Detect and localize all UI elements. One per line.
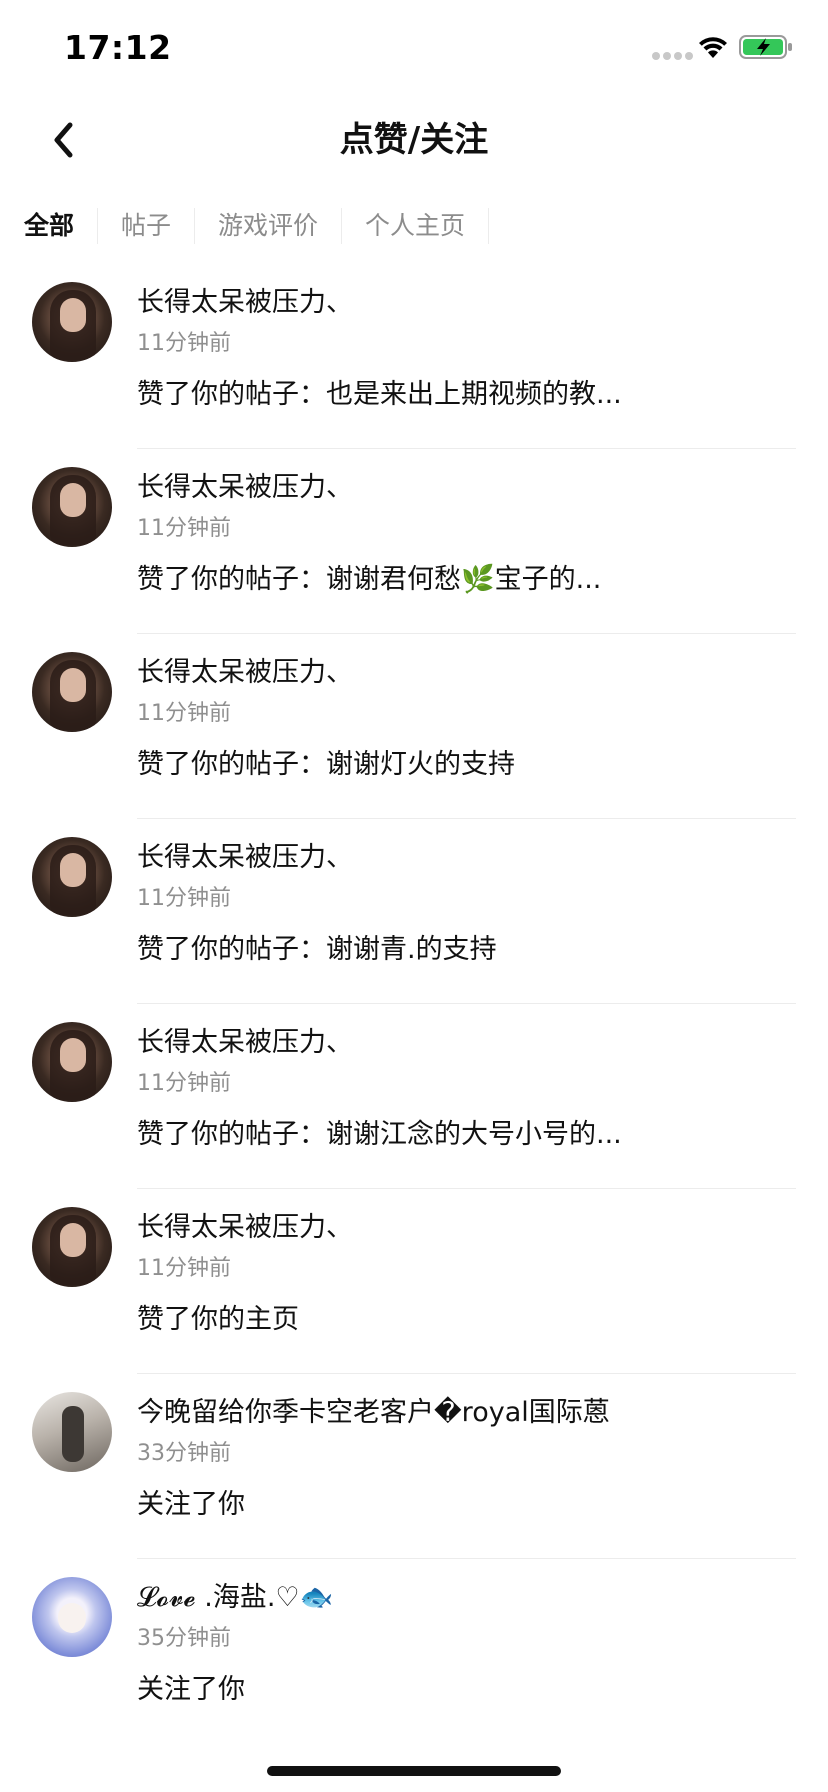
page-title: 点赞/关注 (339, 120, 489, 160)
avatar[interactable] (32, 1392, 112, 1472)
timestamp: 35分钟前 (137, 1626, 231, 1651)
notification-list: 长得太呆被压力、 11分钟前 赞了你的帖子：也是来出上期视频的教... 长得太呆… (0, 264, 828, 1744)
battery-charging-icon (739, 35, 792, 59)
user-name[interactable]: 长得太呆被压力、 (137, 469, 353, 507)
timestamp: 11分钟前 (137, 331, 231, 356)
avatar[interactable] (32, 652, 112, 732)
list-item[interactable]: 长得太呆被压力、 11分钟前 赞了你的帖子：谢谢江念的大号小号的... (0, 1004, 828, 1189)
list-item[interactable]: 长得太呆被压力、 11分钟前 赞了你的帖子：也是来出上期视频的教... (0, 264, 828, 449)
avatar[interactable] (32, 1207, 112, 1287)
navigation-bar: 点赞/关注 (0, 96, 828, 184)
status-time: 17:12 (64, 28, 172, 67)
avatar[interactable] (32, 1022, 112, 1102)
timestamp: 11分钟前 (137, 701, 231, 726)
notifications-screen: 17:12 点赞/关注 全部 帖子 游戏评价 个人主页 长得太呆被压力、 11分… (0, 0, 828, 1792)
home-indicator[interactable] (267, 1766, 561, 1776)
avatar[interactable] (32, 1577, 112, 1657)
avatar[interactable] (32, 467, 112, 547)
user-name[interactable]: 长得太呆被压力、 (137, 1209, 353, 1247)
user-name[interactable]: 长得太呆被压力、 (137, 284, 353, 322)
user-name[interactable]: 𝓛𝓸𝓿𝓮 .海盐.♡🐟 (137, 1579, 333, 1617)
notification-message[interactable]: 关注了你 (137, 1486, 245, 1524)
status-bar: 17:12 (0, 0, 828, 96)
wifi-icon (699, 37, 727, 58)
notification-message[interactable]: 赞了你的帖子：谢谢君何愁🌿宝子的... (137, 561, 601, 599)
cellular-signal-icon (652, 52, 693, 60)
notification-message[interactable]: 赞了你的帖子：谢谢灯火的支持 (137, 746, 515, 784)
avatar[interactable] (32, 282, 112, 362)
notification-message[interactable]: 赞了你的帖子：谢谢江念的大号小号的... (137, 1116, 622, 1154)
tab-all[interactable]: 全部 (0, 208, 99, 244)
tab-game-reviews[interactable]: 游戏评价 (195, 208, 343, 244)
user-name[interactable]: 长得太呆被压力、 (137, 839, 353, 877)
notification-message[interactable]: 关注了你 (137, 1671, 245, 1709)
avatar[interactable] (32, 837, 112, 917)
timestamp: 11分钟前 (137, 1256, 231, 1281)
timestamp: 11分钟前 (137, 1071, 231, 1096)
timestamp: 11分钟前 (137, 886, 231, 911)
timestamp: 11分钟前 (137, 516, 231, 541)
list-item[interactable]: 长得太呆被压力、 11分钟前 赞了你的帖子：谢谢青.的支持 (0, 819, 828, 1004)
user-name[interactable]: 长得太呆被压力、 (137, 1024, 353, 1062)
list-item[interactable]: 长得太呆被压力、 11分钟前 赞了你的帖子：谢谢君何愁🌿宝子的... (0, 449, 828, 634)
timestamp: 33分钟前 (137, 1441, 231, 1466)
tab-profile[interactable]: 个人主页 (342, 208, 490, 244)
list-item[interactable]: 𝓛𝓸𝓿𝓮 .海盐.♡🐟 35分钟前 关注了你 (0, 1559, 828, 1744)
notification-message[interactable]: 赞了你的帖子：也是来出上期视频的教... (137, 376, 622, 414)
list-item[interactable]: 长得太呆被压力、 11分钟前 赞了你的主页 (0, 1189, 828, 1374)
tab-posts[interactable]: 帖子 (98, 208, 196, 244)
notification-message[interactable]: 赞了你的主页 (137, 1301, 299, 1339)
user-name[interactable]: 长得太呆被压力、 (137, 654, 353, 692)
user-name[interactable]: 今晚留给你季卡空老客户�royal国际蒽 (137, 1394, 610, 1432)
list-item[interactable]: 长得太呆被压力、 11分钟前 赞了你的帖子：谢谢灯火的支持 (0, 634, 828, 819)
filter-tabs: 全部 帖子 游戏评价 个人主页 (0, 200, 828, 252)
list-item[interactable]: 今晚留给你季卡空老客户�royal国际蒽 33分钟前 关注了你 (0, 1374, 828, 1559)
notification-message[interactable]: 赞了你的帖子：谢谢青.的支持 (137, 931, 497, 969)
